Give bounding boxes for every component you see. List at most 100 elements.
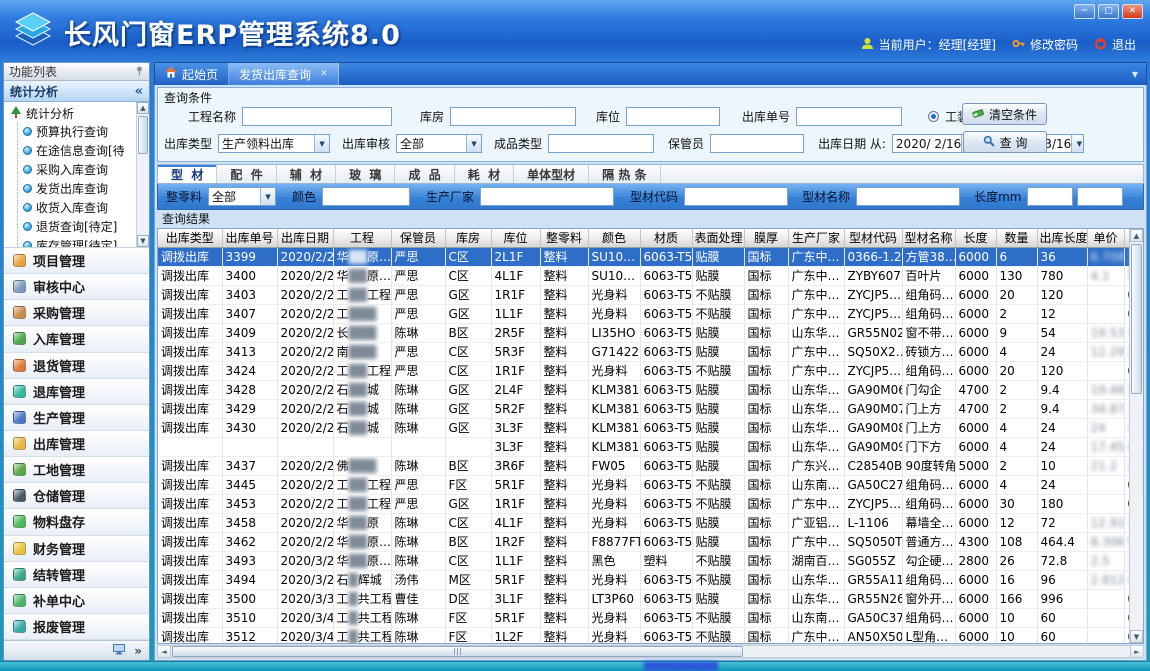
table-cell[interactable]: 整料: [540, 627, 588, 643]
tab-list-dropdown-icon[interactable]: ▼: [1132, 70, 1146, 79]
table-cell[interactable]: 广东中…: [788, 342, 844, 361]
table-cell[interactable]: 2020/2/27: [277, 475, 333, 494]
table-cell[interactable]: 10: [996, 608, 1037, 627]
sidebar-item[interactable]: 财务管理: [4, 536, 149, 562]
table-cell[interactable]: 6063-T5: [640, 399, 692, 418]
sidebar-item[interactable]: 出库管理: [4, 431, 149, 457]
table-cell[interactable]: 调拨出库: [158, 513, 222, 532]
sidebar-item[interactable]: 物料盘存: [4, 509, 149, 535]
table-cell[interactable]: 砖锁方…: [902, 342, 955, 361]
table-header-cell[interactable]: 工程: [333, 229, 391, 247]
table-cell[interactable]: GR55N26: [844, 589, 902, 608]
table-cell[interactable]: [1087, 589, 1124, 608]
table-cell[interactable]: 门上方: [902, 399, 955, 418]
table-cell[interactable]: 普通方…: [902, 532, 955, 551]
table-cell[interactable]: 调拨出库: [158, 418, 222, 437]
scroll-up-button[interactable]: ▲: [1130, 229, 1143, 242]
table-cell[interactable]: 不贴膜: [692, 494, 744, 513]
table-cell[interactable]: 21.2: [1087, 456, 1124, 475]
table-cell[interactable]: 长███: [333, 323, 391, 342]
table-cell[interactable]: 3L3F: [491, 437, 540, 456]
table-cell[interactable]: 石██城: [333, 380, 391, 399]
table-cell[interactable]: 光身料: [588, 513, 640, 532]
table-cell[interactable]: 4700: [955, 380, 996, 399]
table-cell[interactable]: 1R1F: [491, 494, 540, 513]
table-cell[interactable]: 调拨出库: [158, 380, 222, 399]
table-cell[interactable]: 工█共工程: [333, 627, 391, 643]
table-cell[interactable]: 组角码…: [902, 494, 955, 513]
table-header-cell[interactable]: 型材名称: [902, 229, 955, 247]
table-cell[interactable]: 2020/3/4: [277, 608, 333, 627]
table-cell[interactable]: B区: [445, 532, 491, 551]
table-cell[interactable]: 贴膜: [692, 380, 744, 399]
table-cell[interactable]: 贴膜: [692, 399, 744, 418]
table-cell[interactable]: 光身料: [588, 475, 640, 494]
table-cell[interactable]: 国标: [744, 247, 788, 266]
table-cell[interactable]: 2L4F: [491, 380, 540, 399]
table-cell[interactable]: 6000: [955, 247, 996, 266]
table-cell[interactable]: G71422: [588, 342, 640, 361]
table-cell[interactable]: 1R2F: [491, 532, 540, 551]
color-input[interactable]: [322, 187, 410, 206]
table-cell[interactable]: GR55N02: [844, 323, 902, 342]
table-cell[interactable]: C区: [445, 266, 491, 285]
table-cell[interactable]: 2020/2/25: [277, 285, 333, 304]
table-cell[interactable]: 3429: [222, 399, 277, 418]
table-cell[interactable]: 曹佳: [391, 589, 445, 608]
sidebar-item[interactable]: 工地管理: [4, 457, 149, 483]
table-cell[interactable]: 严思: [391, 475, 445, 494]
scroll-right-button[interactable]: ►: [1130, 646, 1143, 657]
table-cell[interactable]: 1R1F: [491, 285, 540, 304]
table-cell[interactable]: 广东中…: [788, 285, 844, 304]
table-cell[interactable]: 整料: [540, 361, 588, 380]
table-cell[interactable]: 6000: [955, 418, 996, 437]
table-header-cell[interactable]: 生产厂家: [788, 229, 844, 247]
table-cell[interactable]: 湖南百…: [788, 551, 844, 570]
table-cell[interactable]: 3428: [222, 380, 277, 399]
table-cell[interactable]: 不贴膜: [692, 361, 744, 380]
table-cell[interactable]: 国标: [744, 475, 788, 494]
sidebar-item[interactable]: 项目管理: [4, 248, 149, 274]
table-cell[interactable]: 工█共工程: [333, 608, 391, 627]
table-cell[interactable]: 2020/2/28: [277, 513, 333, 532]
table-cell[interactable]: 3403: [222, 285, 277, 304]
table-cell[interactable]: LI35HO: [588, 323, 640, 342]
table-cell[interactable]: 5R1F: [491, 608, 540, 627]
table-cell[interactable]: G区: [445, 494, 491, 513]
table-cell[interactable]: 2020/2/28: [277, 532, 333, 551]
table-cell[interactable]: 3413: [222, 342, 277, 361]
table-cell[interactable]: ZYCJP5…: [844, 494, 902, 513]
table-cell[interactable]: 陈琳: [391, 627, 445, 643]
table-cell[interactable]: 5R3F: [491, 342, 540, 361]
table-header-cell[interactable]: 颜色: [588, 229, 640, 247]
table-header-cell[interactable]: 型材代码: [844, 229, 902, 247]
product-type-input[interactable]: [548, 134, 654, 153]
table-cell[interactable]: G区: [445, 399, 491, 418]
table-cell[interactable]: GA90M08…: [844, 418, 902, 437]
profile-name-input[interactable]: [856, 187, 960, 206]
table-cell[interactable]: 4: [996, 475, 1037, 494]
table-cell[interactable]: 6000: [955, 437, 996, 456]
sidebar-item[interactable]: 结转管理: [4, 562, 149, 588]
zhengling-select[interactable]: 全部 ▼: [208, 187, 276, 206]
project-name-input[interactable]: [242, 107, 392, 126]
table-header-cell[interactable]: 整零料: [540, 229, 588, 247]
tree-item[interactable]: 退货查询[待定]: [23, 217, 134, 236]
table-cell[interactable]: 24: [1037, 342, 1087, 361]
table-row[interactable]: 调拨出库35002020/3/3工█共工程曹佳D区3L1F整料LT3P60606…: [158, 589, 1129, 608]
table-cell[interactable]: 石█辉城: [333, 570, 391, 589]
tree-item[interactable]: 发货出库查询: [23, 179, 134, 198]
table-row[interactable]: 调拨出库34532020/2/28工██工程严思G区1R1F整料光身料6063-…: [158, 494, 1129, 513]
table-cell[interactable]: 6063-T5: [640, 456, 692, 475]
table-cell[interactable]: 6000: [955, 627, 996, 643]
table-cell[interactable]: 山东南…: [788, 475, 844, 494]
table-cell[interactable]: 464.4: [1037, 532, 1087, 551]
table-cell[interactable]: 4L1F: [491, 513, 540, 532]
table-cell[interactable]: 整料: [540, 475, 588, 494]
table-cell[interactable]: 门下方: [902, 437, 955, 456]
table-cell[interactable]: 整料: [540, 589, 588, 608]
table-cell[interactable]: 国标: [744, 627, 788, 643]
table-cell[interactable]: GA90M09…: [844, 437, 902, 456]
table-cell[interactable]: 严思: [391, 342, 445, 361]
table-cell[interactable]: 6000: [955, 323, 996, 342]
